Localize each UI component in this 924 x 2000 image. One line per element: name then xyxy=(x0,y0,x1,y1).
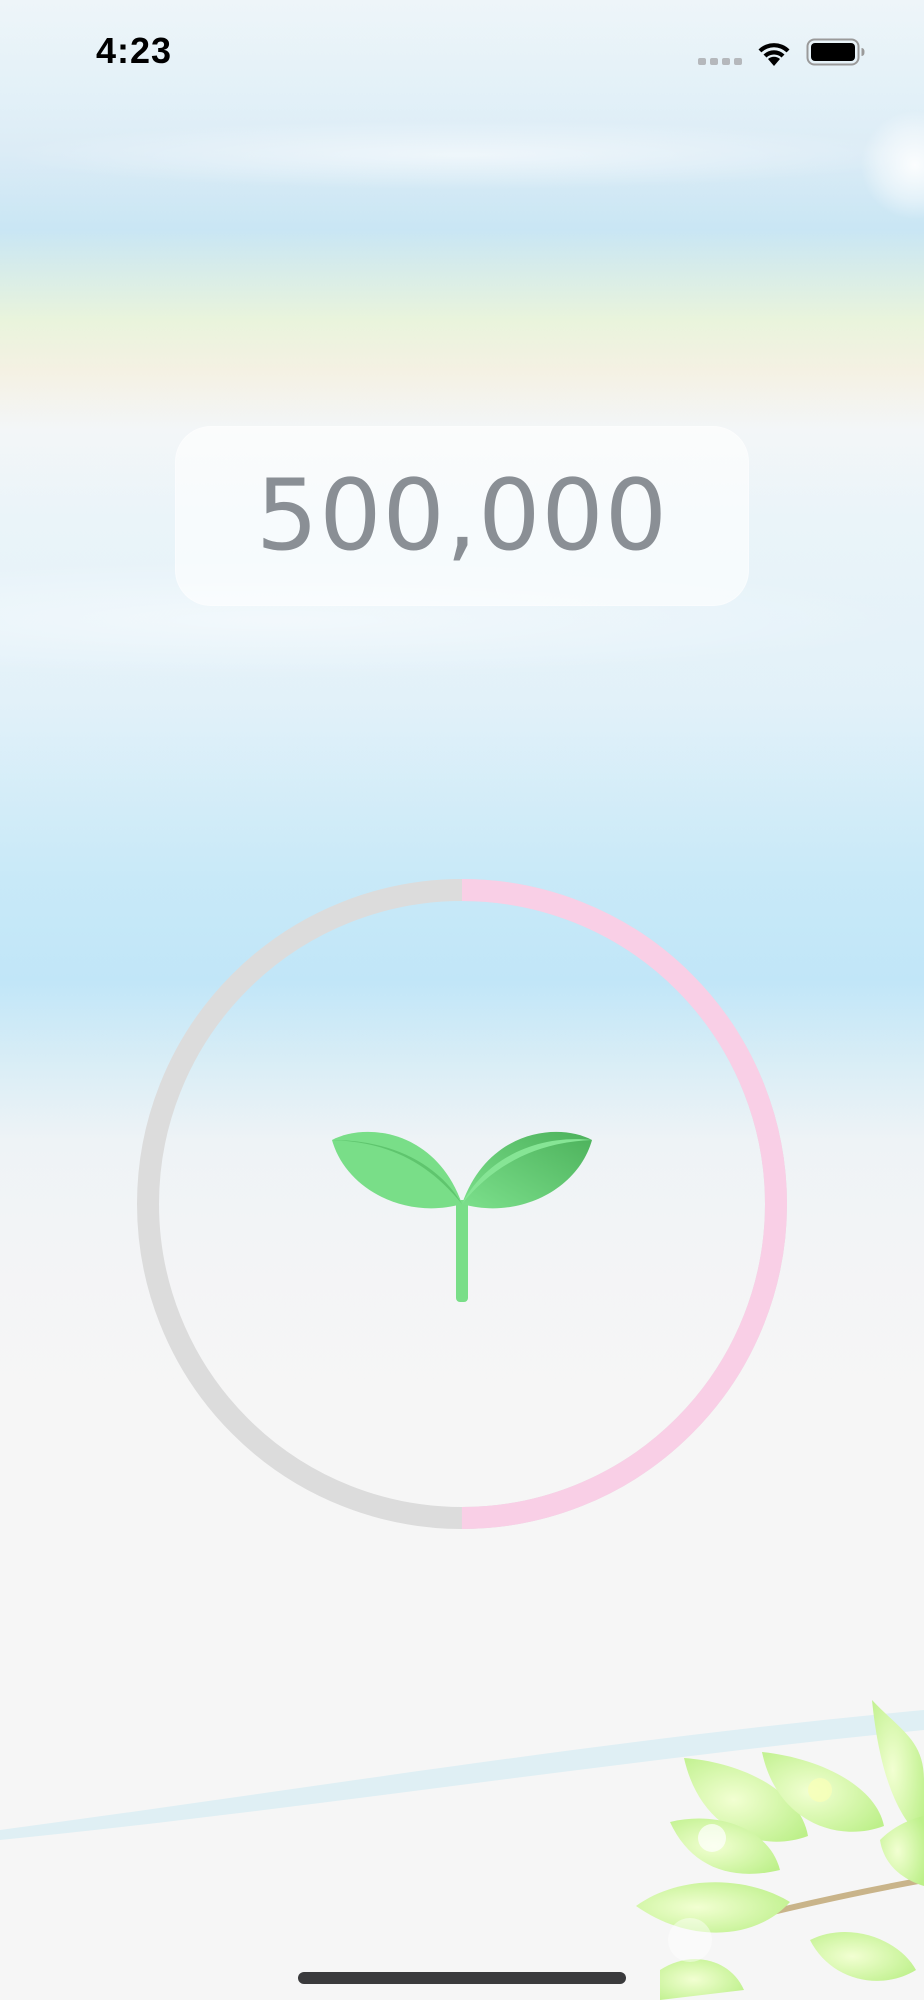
counter-value: 500,000 xyxy=(255,459,669,573)
status-time: 4:23 xyxy=(96,30,173,71)
home-indicator[interactable] xyxy=(298,1972,626,1984)
sun-glow xyxy=(860,110,924,220)
status-bar: 4:23 xyxy=(0,0,924,104)
sprout-icon xyxy=(332,1131,592,1302)
leaves-decor xyxy=(0,1700,924,2000)
sky-haze xyxy=(0,120,924,190)
cellular-dots-icon xyxy=(698,56,744,66)
counter-card: 500,000 xyxy=(175,426,749,606)
battery-icon xyxy=(806,38,866,66)
wifi-icon xyxy=(755,38,793,68)
